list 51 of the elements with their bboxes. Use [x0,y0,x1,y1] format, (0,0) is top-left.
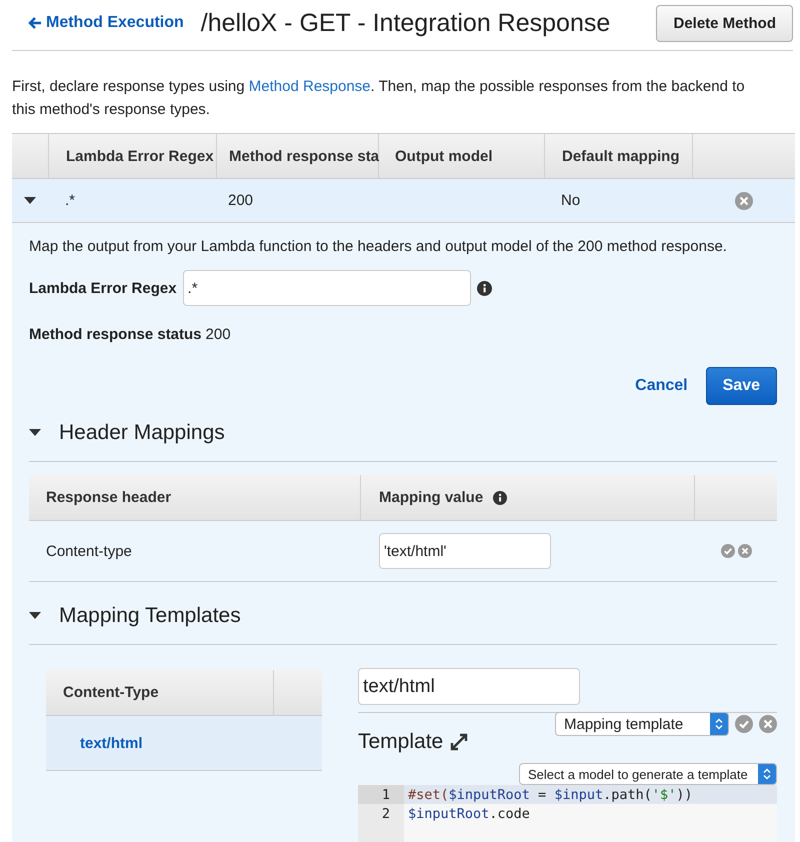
table-cell: .* [65,192,76,209]
mapping-value-input[interactable]: 'text/html' [379,533,551,569]
column-header: Default mapping [545,134,693,178]
cancel-link[interactable]: Cancel [635,377,688,395]
remove-icon[interactable] [738,544,752,558]
delete-method-button[interactable]: Delete Method [656,4,793,42]
back-arrow-icon[interactable] [28,16,42,30]
description-text: Map the output from your Lambda function to the headers and output model of the 200 method response. [29,237,728,257]
column-header: Mapping value [379,489,484,506]
field-label: Lambda Error Regex [29,280,177,296]
section-title: Mapping Templates [59,604,241,628]
page-title: /helloX - GET - Integration Response [200,8,612,38]
info-icon[interactable] [476,280,492,296]
regex-input[interactable]: .* [182,270,471,306]
line-number: 1 [358,785,404,804]
line-number: 2 [358,804,404,823]
column-header: Method response sta [217,134,379,178]
section-title: Header Mappings [59,421,225,445]
info-icon[interactable] [493,490,508,504]
check-icon[interactable] [720,544,734,558]
code-editor[interactable]: 1 #set($inputRoot = $input.path('$')) 2 $inputRoot.code [358,785,777,842]
updown-arrow-icon[interactable] [715,718,723,730]
content-type-item[interactable]: text/html [46,716,322,771]
column-header: Content-Type [63,684,159,701]
caret-icon[interactable] [29,612,41,620]
column-header: Lambda Error Regex [49,134,217,178]
template-type-select[interactable]: Mapping template [555,712,729,736]
check-icon[interactable] [735,715,753,733]
expand-icon[interactable] [449,732,470,752]
caret-icon[interactable] [24,196,36,204]
back-link[interactable]: Method Execution [28,14,184,32]
response-row[interactable]: .* 200 No [12,179,795,223]
method-response-link[interactable]: Method Response [248,78,371,95]
field-label: Method response status [29,326,202,343]
save-button[interactable]: Save [706,367,777,405]
table-cell: No [561,192,580,209]
remove-icon[interactable] [734,192,752,210]
intro-text: First, declare response types using Method Response. Then, map the possible responses from the backend to this method's response types. [12,77,746,120]
updown-arrow-icon[interactable] [763,768,771,780]
column-header: Response header [46,489,172,506]
status-value: 200 [206,326,231,343]
template-title: Template [358,730,444,754]
code-line: #set($inputRoot = $input.path('$')) [407,786,693,802]
table-cell: Content-type [46,542,132,560]
table-cell: 200 [228,192,254,209]
caret-icon[interactable] [29,429,41,437]
code-line: $inputRoot.code [407,806,530,822]
column-header: Output model [379,134,545,178]
content-type-input[interactable]: text/html [358,668,580,705]
remove-icon[interactable] [759,715,777,733]
model-select[interactable]: Select a model to generate a template [519,763,777,785]
